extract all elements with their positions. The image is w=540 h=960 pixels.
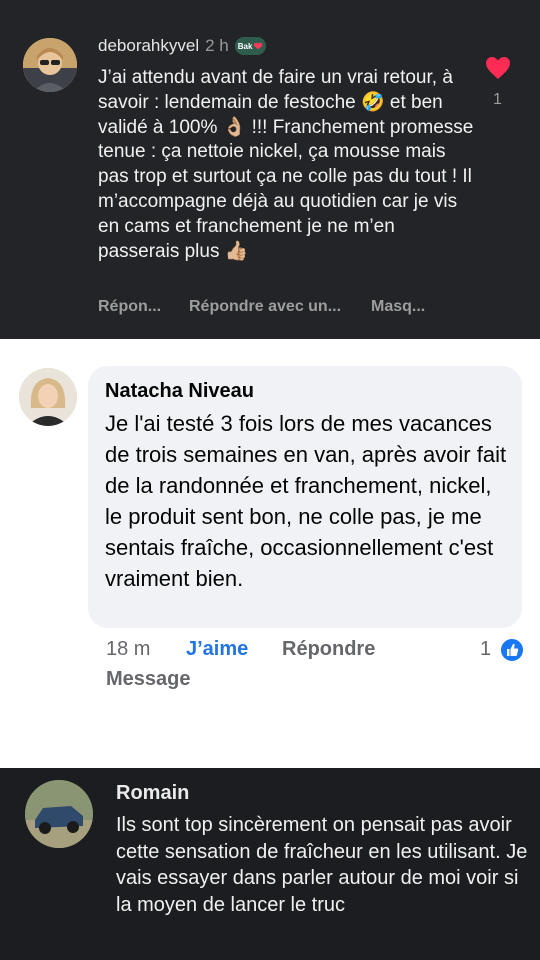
badge-label: Bak [237, 41, 253, 51]
timestamp: 2 h [205, 36, 229, 55]
reply-button[interactable]: Répondre [282, 638, 375, 661]
comment-text: J’ai attendu avant de faire un vrai reto… [98, 67, 474, 262]
comment-header: deborahkyvel 2 h Bak ❤ [98, 36, 266, 56]
comment-deborahkyvel: deborahkyvel 2 h Bak ❤ J’ai attendu avan… [0, 0, 540, 339]
message-button[interactable]: Message [106, 668, 191, 691]
like-count: 1 [493, 91, 502, 108]
comment-romain: Romain Ils sont top sincèrement on pensa… [0, 768, 540, 960]
like-button[interactable]: J’aime [186, 638, 248, 661]
creator-badge: Bak ❤ [234, 37, 266, 55]
comment-text: Je l'ai testé 3 fois lors de mes vacance… [105, 411, 507, 591]
comment-actions: 18 m J’aime Répondre Message 1 [106, 638, 526, 698]
thumbs-up-icon[interactable] [500, 638, 524, 662]
comment-bubble: Natacha Niveau Je l'ai testé 3 fois lors… [88, 366, 522, 628]
comment-text: Ils sont top sincèrement on pensait pas … [116, 814, 528, 916]
avatar[interactable] [23, 38, 77, 92]
author-name[interactable]: Natacha Niveau [105, 380, 254, 403]
reaction-count: 1 [480, 638, 492, 660]
hide-button[interactable]: Masq... [371, 298, 425, 316]
reply-with-video-button[interactable]: Répondre avec un... [189, 298, 341, 316]
avatar[interactable] [19, 368, 77, 426]
reply-button[interactable]: Répon... [98, 298, 161, 316]
timestamp: 18 m [106, 638, 151, 660]
avatar[interactable] [25, 780, 93, 848]
heart-icon: ❤ [253, 40, 263, 53]
username[interactable]: deborahkyvel [98, 36, 199, 56]
author-name[interactable]: Romain [116, 782, 189, 805]
heart-icon[interactable] [485, 56, 511, 80]
